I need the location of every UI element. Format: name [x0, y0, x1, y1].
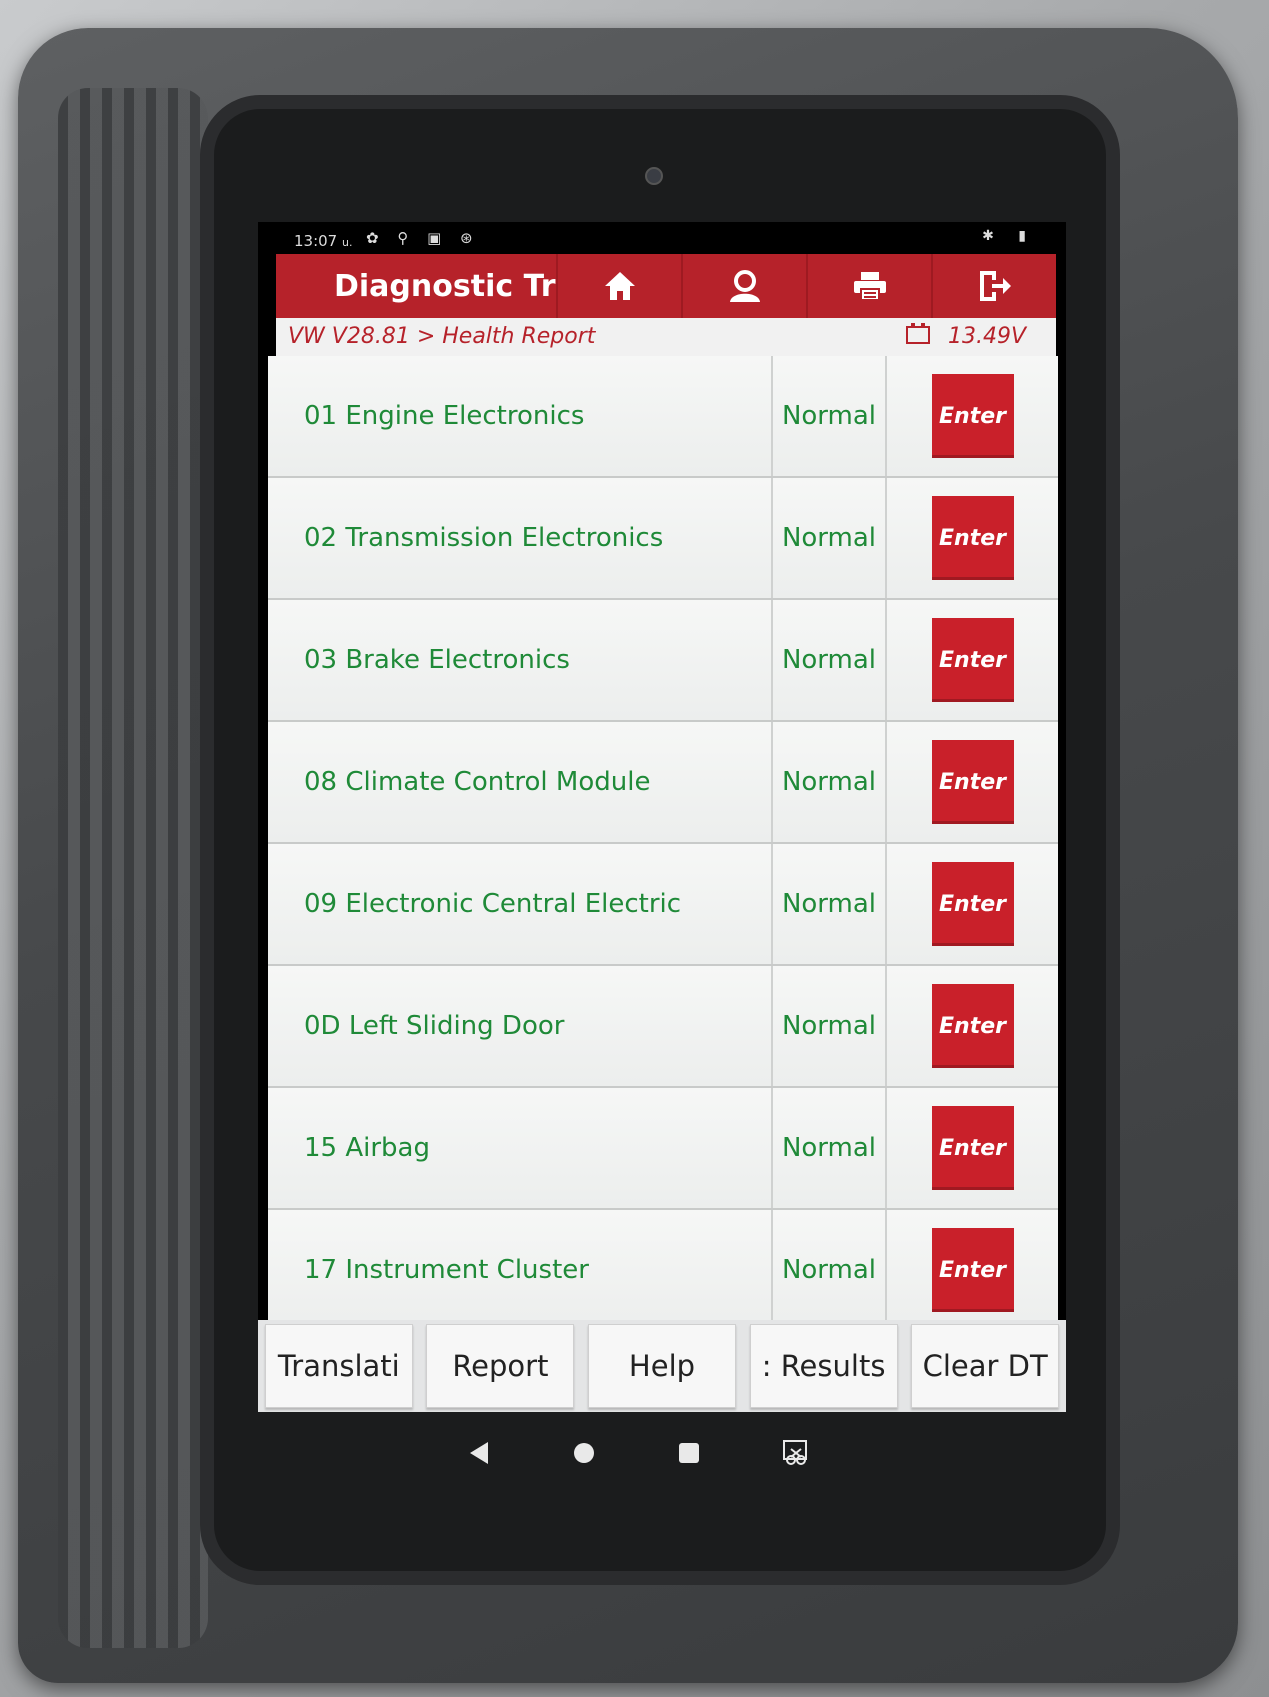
list-item: 08 Climate Control Module Normal Enter: [268, 722, 1058, 844]
list-item: 09 Electronic Central Electric Normal En…: [268, 844, 1058, 966]
enter-button[interactable]: Enter: [931, 496, 1014, 580]
list-item: 01 Engine Electronics Normal Enter: [268, 356, 1058, 478]
exit-button[interactable]: [931, 254, 1056, 318]
home-circle-icon[interactable]: [572, 1441, 596, 1465]
recents-icon[interactable]: [678, 1442, 700, 1464]
home-icon: [604, 272, 635, 300]
clear-dtc-button[interactable]: Clear DT: [911, 1324, 1060, 1408]
system-name: 08 Climate Control Module: [268, 722, 773, 842]
screenshot-icon[interactable]: [782, 1439, 810, 1467]
breadcrumb: VW V28.81 > Health Report: [288, 324, 596, 349]
system-name: 17 Instrument Cluster: [268, 1210, 773, 1330]
enter-button[interactable]: Enter: [931, 1228, 1014, 1312]
list-item: 15 Airbag Normal Enter: [268, 1088, 1058, 1210]
enter-button[interactable]: Enter: [931, 984, 1014, 1068]
list-item: 02 Transmission Electronics Normal Enter: [268, 478, 1058, 600]
user-button[interactable]: [681, 254, 806, 318]
android-nav-bar: [228, 1418, 1048, 1488]
user-icon: [729, 270, 760, 302]
case-grip: [58, 88, 208, 1648]
system-status: Normal: [773, 1210, 887, 1330]
enter-button[interactable]: Enter: [931, 740, 1014, 824]
list-item: 03 Brake Electronics Normal Enter: [268, 600, 1058, 722]
bluetooth-battery-icons: ✱ ▮: [982, 228, 1036, 244]
system-status: Normal: [773, 844, 887, 964]
bottom-toolbar: Translati Report Help : Results Clear DT: [258, 1320, 1066, 1412]
system-status: Normal: [773, 600, 887, 720]
status-time: 13:07: [294, 232, 338, 250]
print-button[interactable]: [806, 254, 931, 318]
system-name: 0D Left Sliding Door: [268, 966, 773, 1086]
breadcrumb-bar: VW V28.81 > Health Report 13.49V: [276, 318, 1056, 356]
system-list: 01 Engine Electronics Normal Enter 02 Tr…: [268, 356, 1058, 1330]
front-camera: [645, 167, 663, 185]
back-icon[interactable]: [466, 1440, 490, 1466]
status-bar: 13:07 u. ✿ ⚲ ▣ ⊛ ✱ ▮: [258, 222, 1066, 254]
app-header: Diagnostic Tr: [276, 254, 1056, 318]
system-name: 09 Electronic Central Electric: [268, 844, 773, 964]
battery-icon: [906, 323, 930, 344]
battery-voltage: 13.49V: [948, 324, 1027, 349]
results-button[interactable]: : Results: [749, 1324, 898, 1408]
enter-button[interactable]: Enter: [931, 862, 1014, 946]
app-title: Diagnostic Tr: [334, 268, 556, 304]
system-status: Normal: [773, 966, 887, 1086]
system-status: Normal: [773, 722, 887, 842]
enter-button[interactable]: Enter: [931, 618, 1014, 702]
help-button[interactable]: Help: [587, 1324, 736, 1408]
status-time-suffix: u.: [342, 236, 353, 249]
translation-button[interactable]: Translati: [264, 1324, 413, 1408]
home-button[interactable]: [556, 254, 681, 318]
system-status: Normal: [773, 1088, 887, 1208]
system-status: Normal: [773, 356, 887, 476]
tablet-screen: 13:07 u. ✿ ⚲ ▣ ⊛ ✱ ▮ Diagnostic Tr VW V2…: [258, 222, 1066, 1412]
enter-button[interactable]: Enter: [931, 1106, 1014, 1190]
system-name: 15 Airbag: [268, 1088, 773, 1208]
system-name: 02 Transmission Electronics: [268, 478, 773, 598]
enter-button[interactable]: Enter: [931, 374, 1014, 458]
notification-icons: ✿ ⚲ ▣ ⊛: [366, 229, 480, 247]
system-status: Normal: [773, 478, 887, 598]
exit-icon: [979, 271, 1011, 301]
list-item: 0D Left Sliding Door Normal Enter: [268, 966, 1058, 1088]
list-item: 17 Instrument Cluster Normal Enter: [268, 1210, 1058, 1330]
system-name: 03 Brake Electronics: [268, 600, 773, 720]
system-name: 01 Engine Electronics: [268, 356, 773, 476]
print-icon: [853, 272, 886, 301]
report-button[interactable]: Report: [426, 1324, 575, 1408]
